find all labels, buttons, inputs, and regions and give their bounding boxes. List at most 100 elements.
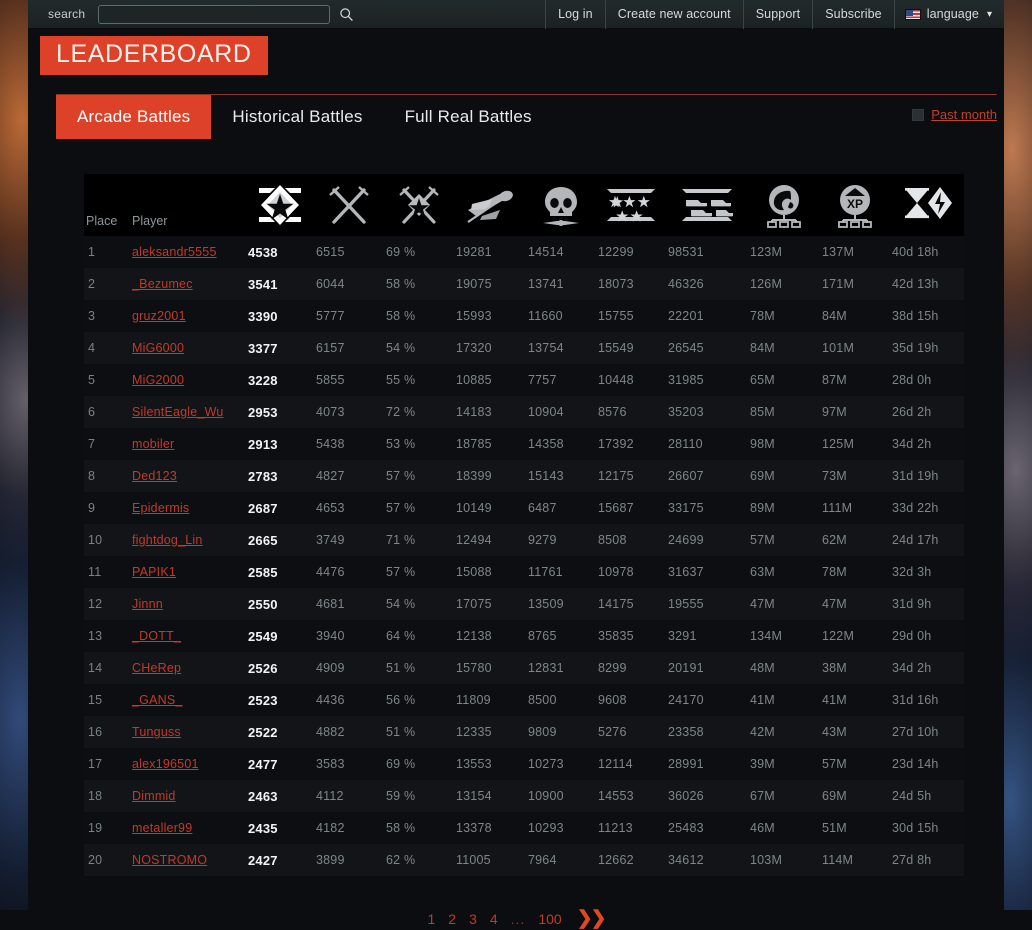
player-link[interactable]: PAPIK1: [132, 565, 176, 579]
player-link[interactable]: alex196501: [132, 757, 199, 771]
cell-player: _Bezumec: [130, 268, 246, 300]
table-row: 11PAPIK12585447657 %15088117611097831637…: [84, 556, 964, 588]
cell-lions: 48M: [748, 652, 820, 684]
player-link[interactable]: NOSTROMO: [132, 853, 207, 867]
cell-rating: 2550: [246, 588, 314, 620]
cell-deaths: 9809: [526, 716, 596, 748]
table-row: 20NOSTROMO2427389962 %110057964126623461…: [84, 844, 964, 876]
tab-full-real-battles[interactable]: Full Real Battles: [384, 95, 553, 139]
five-stars-icon: [596, 174, 666, 236]
player-link[interactable]: _DOTT_: [132, 629, 181, 643]
player-link[interactable]: metaller99: [132, 821, 192, 835]
cell-air: 10149: [454, 492, 526, 524]
column-header-player[interactable]: Player: [130, 174, 246, 236]
column-header-rating[interactable]: [246, 174, 314, 236]
cell-winrate: 54 %: [384, 588, 454, 620]
cell-deaths: 8765: [526, 620, 596, 652]
player-link[interactable]: fightdog_Lin: [132, 533, 203, 547]
cell-rating: 2783: [246, 460, 314, 492]
table-row: 17alex1965012477358369 %1355310273121142…: [84, 748, 964, 780]
tab-historical-battles[interactable]: Historical Battles: [211, 95, 383, 139]
column-header-ground-targets[interactable]: [666, 174, 748, 236]
page-link-last[interactable]: 100: [538, 911, 561, 927]
cell-ground: 23358: [666, 716, 748, 748]
nav-link-subscribe[interactable]: Subscribe: [813, 0, 894, 29]
cell-battles: 4436: [314, 684, 384, 716]
page-link-2[interactable]: 2: [448, 911, 456, 927]
cell-player: _GANS_: [130, 684, 246, 716]
column-header-air-targets[interactable]: [454, 174, 526, 236]
cell-ground: 36026: [666, 780, 748, 812]
search-input[interactable]: [98, 5, 330, 24]
cell-rating: 2463: [246, 780, 314, 812]
player-link[interactable]: CHeRep: [132, 661, 181, 675]
cell-battles: 6515: [314, 236, 384, 268]
cell-deaths: 7757: [526, 364, 596, 396]
cell-winrate: 64 %: [384, 620, 454, 652]
cell-rating: 4538: [246, 236, 314, 268]
column-header-deaths[interactable]: [526, 174, 596, 236]
cell-winrate: 62 %: [384, 844, 454, 876]
cell-place: 1: [84, 236, 130, 268]
cell-xp: 69M: [820, 780, 890, 812]
player-link[interactable]: gruz2001: [132, 309, 186, 323]
player-link[interactable]: Epidermis: [132, 501, 189, 515]
cell-deaths: 13741: [526, 268, 596, 300]
hourglass-lightning-icon: [890, 174, 964, 236]
cell-deaths: 10293: [526, 812, 596, 844]
page-link-1[interactable]: 1: [427, 911, 435, 927]
player-link[interactable]: mobiler: [132, 437, 174, 451]
cell-battles: 4653: [314, 492, 384, 524]
nav-link-create-account[interactable]: Create new account: [606, 0, 743, 29]
cell-ground: 22201: [666, 300, 748, 332]
cell-deaths: 10273: [526, 748, 596, 780]
column-header-xp[interactable]: XP: [820, 174, 890, 236]
nav-link-login[interactable]: Log in: [546, 0, 605, 29]
cell-place: 19: [84, 812, 130, 844]
player-link[interactable]: SilentEagle_Wu: [132, 405, 224, 419]
player-link[interactable]: aleksandr5555: [132, 245, 217, 259]
cell-air: 13154: [454, 780, 526, 812]
player-link[interactable]: Jinnn: [132, 597, 163, 611]
table-header-row: Place Player: [84, 174, 964, 236]
player-link[interactable]: Ded123: [132, 469, 177, 483]
cell-rating: 2549: [246, 620, 314, 652]
player-link[interactable]: _Bezumec: [132, 277, 193, 291]
cell-time: 35d 19h: [890, 332, 964, 364]
column-header-stars[interactable]: [596, 174, 666, 236]
column-header-place[interactable]: Place: [84, 174, 130, 236]
next-page-arrows-icon[interactable]: ❯❯: [577, 907, 605, 930]
cell-deaths: 12831: [526, 652, 596, 684]
cell-time: 31d 16h: [890, 684, 964, 716]
svg-text:XP: XP: [847, 197, 863, 211]
column-header-winrate[interactable]: [384, 174, 454, 236]
nav-link-support[interactable]: Support: [744, 0, 812, 29]
column-header-battles[interactable]: [314, 174, 384, 236]
cell-lions: 78M: [748, 300, 820, 332]
cell-ground: 26545: [666, 332, 748, 364]
tab-arcade-battles[interactable]: Arcade Battles: [56, 95, 211, 139]
column-header-playtime[interactable]: [890, 174, 964, 236]
cell-time: 27d 10h: [890, 716, 964, 748]
language-selector[interactable]: language ▾: [895, 0, 1004, 29]
search-icon[interactable]: [339, 7, 354, 22]
page-link-3[interactable]: 3: [469, 911, 477, 927]
player-link[interactable]: Tunguss: [132, 725, 181, 739]
page-link-4[interactable]: 4: [490, 911, 498, 927]
column-header-silver-lions[interactable]: [748, 174, 820, 236]
past-month-label[interactable]: Past month: [931, 107, 997, 122]
cell-player: Dimmid: [130, 780, 246, 812]
player-link[interactable]: _GANS_: [132, 693, 183, 707]
table-header: Place Player: [84, 174, 964, 236]
past-month-filter[interactable]: Past month: [912, 107, 997, 122]
player-link[interactable]: Dimmid: [132, 789, 176, 803]
cell-place: 8: [84, 460, 130, 492]
cell-air: 19281: [454, 236, 526, 268]
cell-ground: 26607: [666, 460, 748, 492]
cell-lions: 47M: [748, 588, 820, 620]
player-link[interactable]: MiG2000: [132, 373, 184, 387]
player-link[interactable]: MiG6000: [132, 341, 184, 355]
leaderboard-table: Place Player: [84, 174, 964, 876]
past-month-checkbox[interactable]: [912, 109, 924, 121]
cell-stars: 5276: [596, 716, 666, 748]
